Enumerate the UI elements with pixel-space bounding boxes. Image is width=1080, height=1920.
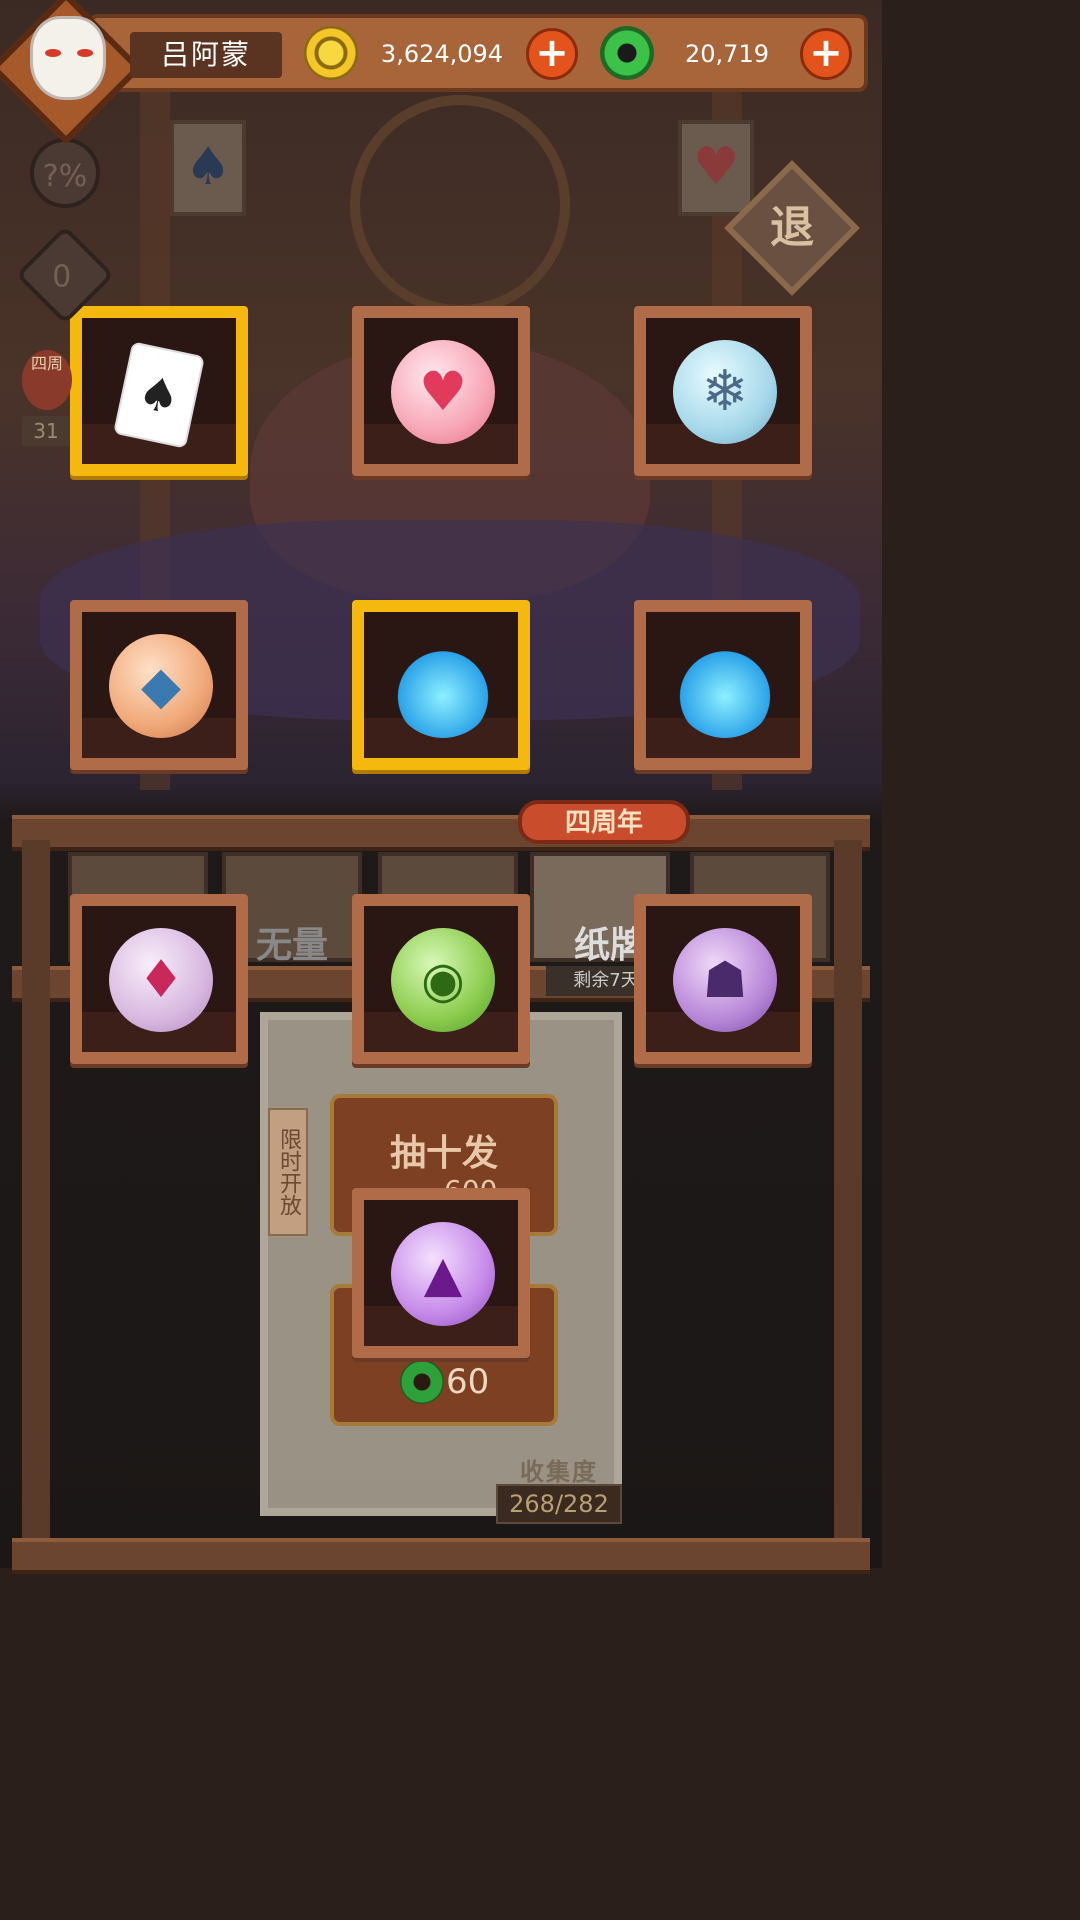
spade-plaque: ♠: [170, 120, 246, 216]
cabinet-left-post: [22, 840, 50, 1560]
add-gold-button[interactable]: +: [526, 28, 578, 80]
reward-slot-1[interactable]: ♠: [70, 306, 248, 476]
purple-mask-orb-icon: ☗: [673, 928, 777, 1032]
player-name: 吕阿蒙: [130, 32, 282, 78]
ten-draw-label: 抽十发: [389, 1133, 498, 1174]
reward-slot-6[interactable]: [634, 600, 812, 770]
add-jade-button[interactable]: +: [800, 28, 852, 80]
limited-time-tag: 限时开放: [268, 1108, 308, 1236]
jade-amount: 20,719: [685, 40, 769, 68]
gold-amount: 3,624,094: [380, 40, 504, 68]
counter-value: 0: [52, 259, 72, 295]
diamond-card-orb-icon: ♦: [109, 928, 213, 1032]
cabinet-right-post: [834, 840, 862, 1560]
green-slime-orb-icon: ◉: [391, 928, 495, 1032]
odds-label: ?%: [42, 159, 88, 194]
gold-coin-icon: [304, 26, 358, 80]
avatar-eye-left: [45, 49, 61, 57]
collection-progress: 268/282: [496, 1484, 622, 1524]
heart-orb-icon: ♥: [391, 340, 495, 444]
collection-label: 收集度: [520, 1458, 598, 1486]
reward-slot-2[interactable]: ♥: [352, 306, 530, 476]
blue-flame-icon: [391, 634, 495, 738]
heart-plaque: ♥: [678, 120, 754, 216]
reward-slot-10[interactable]: ▲: [352, 1188, 530, 1358]
snowflake-orb-icon: ❄: [673, 340, 777, 444]
reward-slot-4[interactable]: ◆: [70, 600, 248, 770]
cabinet-bottom-beam: [12, 1538, 870, 1574]
jade-ring-icon: [400, 1360, 444, 1404]
event-badge[interactable]: 四周: [22, 350, 72, 410]
jade-ring-icon: [600, 26, 654, 80]
avatar[interactable]: [30, 16, 106, 100]
reward-slot-8[interactable]: ◉: [352, 894, 530, 1064]
purple-dust-orb-icon: ▲: [391, 1222, 495, 1326]
anniversary-ribbon: 四周年: [518, 800, 690, 844]
reward-slot-9[interactable]: ☗: [634, 894, 812, 1064]
reward-slot-7[interactable]: ♦: [70, 894, 248, 1064]
reward-slot-5[interactable]: [352, 600, 530, 770]
spade-jack-card-icon: ♠: [113, 341, 205, 449]
spade-emblem: [350, 95, 570, 315]
cabinet-top-beam: [12, 815, 870, 851]
gem-cushion-orb-icon: ◆: [109, 634, 213, 738]
odds-button[interactable]: ?%: [30, 138, 100, 208]
reward-slot-3[interactable]: ❄: [634, 306, 812, 476]
avatar-eye-right: [77, 49, 93, 57]
blue-flame-icon: [673, 634, 777, 738]
event-count: 31: [22, 416, 70, 446]
exit-label[interactable]: 退: [756, 192, 828, 264]
single-draw-cost: 60: [446, 1362, 490, 1402]
